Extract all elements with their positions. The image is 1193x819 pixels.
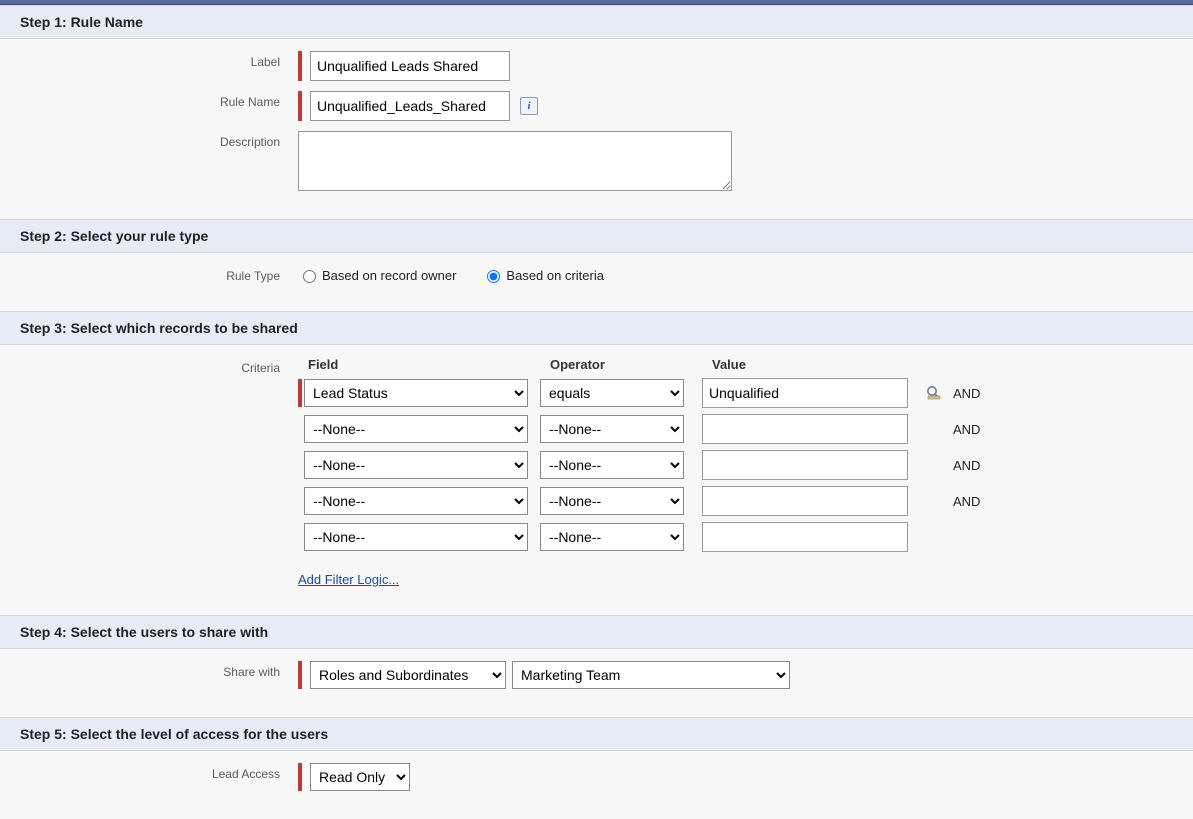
criteria-value-input[interactable] bbox=[702, 414, 908, 444]
description-label: Description bbox=[20, 131, 298, 149]
col-value-header: Value bbox=[712, 357, 917, 372]
sharewith-target-select[interactable]: Marketing Team bbox=[512, 661, 790, 689]
criteria-value-input[interactable] bbox=[702, 522, 908, 552]
col-field-header: Field bbox=[298, 357, 538, 372]
rulename-input[interactable] bbox=[310, 91, 510, 121]
criteria-field-select[interactable]: --None-- bbox=[304, 487, 528, 515]
criteria-value-input[interactable] bbox=[702, 486, 908, 516]
criteria-row: --None-- --None-- AND bbox=[298, 414, 1173, 444]
step4-header: Step 4: Select the users to share with bbox=[0, 615, 1193, 649]
criteria-value-input[interactable] bbox=[702, 378, 908, 408]
criteria-and-text: AND bbox=[953, 386, 980, 401]
criteria-operator-select[interactable]: --None-- bbox=[540, 451, 684, 479]
criteria-and-text: AND bbox=[953, 458, 980, 473]
ruletype-criteria-text: Based on criteria bbox=[506, 268, 604, 283]
criteria-table: Field Operator Value Lead Status equals AN… bbox=[298, 357, 1173, 552]
add-filter-logic-link[interactable]: Add Filter Logic... bbox=[298, 572, 399, 587]
step2-body: Rule Type Based on record owner Based on… bbox=[0, 253, 1193, 311]
criteria-field-select[interactable]: Lead Status bbox=[304, 379, 528, 407]
step4-body: Share with Roles and Subordinates Market… bbox=[0, 649, 1193, 717]
criteria-header-row: Field Operator Value bbox=[298, 357, 1173, 372]
criteria-operator-select[interactable]: --None-- bbox=[540, 487, 684, 515]
step1-header: Step 1: Rule Name bbox=[0, 5, 1193, 39]
leadaccess-label: Lead Access bbox=[20, 763, 298, 781]
step3-header: Step 3: Select which records to be share… bbox=[0, 311, 1193, 345]
info-icon[interactable]: i bbox=[520, 97, 538, 115]
criteria-row: Lead Status equals AND bbox=[298, 378, 1173, 408]
criteria-and-text: AND bbox=[953, 494, 980, 509]
ruletype-owner-option[interactable]: Based on record owner bbox=[298, 267, 456, 283]
leadaccess-select[interactable]: Read Only bbox=[310, 763, 410, 791]
step2-header: Step 2: Select your rule type bbox=[0, 219, 1193, 253]
ruletype-label: Rule Type bbox=[20, 265, 298, 283]
sharewith-category-select[interactable]: Roles and Subordinates bbox=[310, 661, 506, 689]
required-indicator bbox=[298, 661, 302, 689]
step5-body: Lead Access Read Only bbox=[0, 751, 1193, 819]
rulename-label: Rule Name bbox=[20, 91, 298, 109]
step3-body: Criteria Field Operator Value Lead Statu… bbox=[0, 345, 1193, 615]
page-container: Step 1: Rule Name Label Rule Name i Desc… bbox=[0, 0, 1193, 819]
criteria-operator-select[interactable]: equals bbox=[540, 379, 684, 407]
ruletype-owner-radio[interactable] bbox=[303, 270, 316, 283]
criteria-and-text: AND bbox=[953, 422, 980, 437]
criteria-field-select[interactable]: --None-- bbox=[304, 451, 528, 479]
col-operator-header: Operator bbox=[550, 357, 700, 372]
sharewith-label: Share with bbox=[20, 661, 298, 679]
criteria-field-select[interactable]: --None-- bbox=[304, 523, 528, 551]
criteria-value-input[interactable] bbox=[702, 450, 908, 480]
step5-header: Step 5: Select the level of access for t… bbox=[0, 717, 1193, 751]
criteria-field-select[interactable]: --None-- bbox=[304, 415, 528, 443]
criteria-row: --None-- --None-- AND bbox=[298, 486, 1173, 516]
criteria-label: Criteria bbox=[20, 357, 298, 375]
description-textarea[interactable] bbox=[298, 131, 732, 191]
ruletype-criteria-radio[interactable] bbox=[487, 270, 500, 283]
label-input[interactable] bbox=[310, 51, 510, 81]
criteria-operator-select[interactable]: --None-- bbox=[540, 523, 684, 551]
criteria-operator-select[interactable]: --None-- bbox=[540, 415, 684, 443]
ruletype-criteria-option[interactable]: Based on criteria bbox=[482, 267, 604, 283]
criteria-row: --None-- --None-- bbox=[298, 522, 1173, 552]
lookup-icon[interactable] bbox=[925, 384, 943, 402]
step1-body: Label Rule Name i Description bbox=[0, 39, 1193, 219]
required-indicator bbox=[298, 91, 302, 121]
label-label: Label bbox=[20, 51, 298, 69]
required-indicator bbox=[298, 379, 302, 407]
ruletype-owner-text: Based on record owner bbox=[322, 268, 456, 283]
required-indicator bbox=[298, 763, 302, 791]
criteria-row: --None-- --None-- AND bbox=[298, 450, 1173, 480]
required-indicator bbox=[298, 51, 302, 81]
